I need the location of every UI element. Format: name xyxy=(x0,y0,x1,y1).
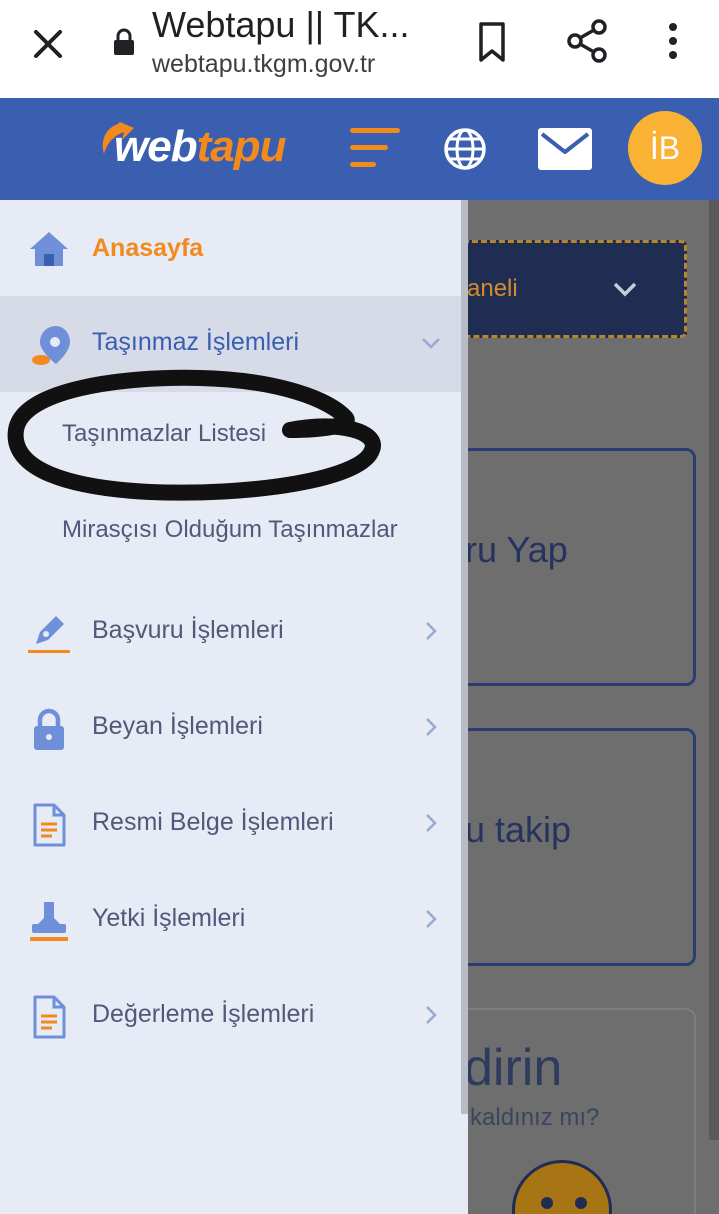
drawer-item-property[interactable]: Taşınmaz İşlemleri xyxy=(0,296,461,392)
drawer-subitem-inherited-properties[interactable]: Mirasçısı Olduğum Taşınmazlar xyxy=(0,488,461,578)
drawer-item-label: Başvuru İşlemleri xyxy=(92,616,284,644)
chevron-right-icon xyxy=(426,814,437,832)
drawer-scrollbar[interactable] xyxy=(461,200,468,1114)
drawer-item-label: Beyan İşlemleri xyxy=(92,712,263,740)
document-icon xyxy=(33,995,66,1039)
background-scrollbar xyxy=(709,200,719,1140)
more-vert-icon[interactable] xyxy=(658,18,688,64)
map-pin-icon xyxy=(32,326,70,365)
home-icon xyxy=(30,232,68,266)
drawer-item-official-documents[interactable]: Resmi Belge İşlemleri xyxy=(0,776,461,872)
drawer-item-valuation[interactable]: Değerleme İşlemleri xyxy=(0,968,461,1064)
feedback-card-subtitle: n kaldınız mı? xyxy=(468,1104,600,1131)
logo-text: webtapu xyxy=(114,122,287,172)
drawer-item-label: Yetki İşlemleri xyxy=(92,904,246,932)
drawer-subitem-label: Mirasçısı Olduğum Taşınmazlar xyxy=(62,516,398,543)
drawer-subitem-label: Taşınmazlar Listesi xyxy=(62,420,267,447)
globe-icon[interactable] xyxy=(440,124,490,174)
lock-icon xyxy=(34,708,64,750)
drawer-item-label: Değerleme İşlemleri xyxy=(92,1000,315,1028)
page-title: Webtapu || TK... xyxy=(152,4,410,45)
panel-dropdown-label: Paneli xyxy=(468,275,518,302)
track-card: u takip xyxy=(468,728,696,966)
browser-toolbar: Webtapu || TK... webtapu.tkgm.gov.tr xyxy=(0,0,719,98)
menu-icon[interactable] xyxy=(350,128,400,172)
page-url[interactable]: webtapu.tkgm.gov.tr xyxy=(152,50,375,79)
drawer-item-label: Resmi Belge İşlemleri xyxy=(92,808,334,836)
drawer-subitem-property-list[interactable]: Taşınmazlar Listesi xyxy=(0,392,461,482)
webtapu-logo[interactable]: webtapu xyxy=(98,118,308,180)
chevron-down-icon xyxy=(422,338,440,349)
chevron-right-icon xyxy=(426,622,437,640)
share-icon[interactable] xyxy=(564,18,610,64)
panel-dropdown: Paneli xyxy=(468,240,687,338)
drawer-item-declarations[interactable]: Beyan İşlemleri xyxy=(0,680,461,776)
chevron-down-icon xyxy=(613,282,637,297)
mail-icon[interactable] xyxy=(536,126,594,172)
drawer-item-label: Anasayfa xyxy=(92,234,204,262)
drawer-item-applications[interactable]: Başvuru İşlemleri xyxy=(0,584,461,680)
logo-accent: tapu xyxy=(196,122,287,171)
background-page-overlay[interactable]: Paneli ru Yap u takip dirin n kaldınız m… xyxy=(468,200,719,1214)
drawer-item-label: Taşınmaz İşlemleri xyxy=(92,328,299,356)
bookmark-icon[interactable] xyxy=(472,20,512,64)
close-icon[interactable] xyxy=(26,22,70,66)
track-card-title: u takip xyxy=(468,809,572,850)
chevron-right-icon xyxy=(426,718,437,736)
document-icon xyxy=(33,803,66,847)
drawer-item-authorizations[interactable]: Yetki İşlemleri xyxy=(0,872,461,968)
stamp-icon xyxy=(30,902,68,941)
apply-card-title: ru Yap xyxy=(468,529,568,570)
chevron-right-icon xyxy=(426,1006,437,1024)
avatar[interactable]: İB xyxy=(628,111,702,185)
lock-icon xyxy=(114,28,134,55)
logo-prefix: web xyxy=(114,122,198,171)
feedback-card-title: dirin xyxy=(468,1039,563,1097)
chevron-right-icon xyxy=(426,910,437,928)
apply-card: ru Yap xyxy=(468,448,696,686)
pen-icon xyxy=(28,616,70,653)
drawer-item-home[interactable]: Anasayfa xyxy=(0,200,461,296)
